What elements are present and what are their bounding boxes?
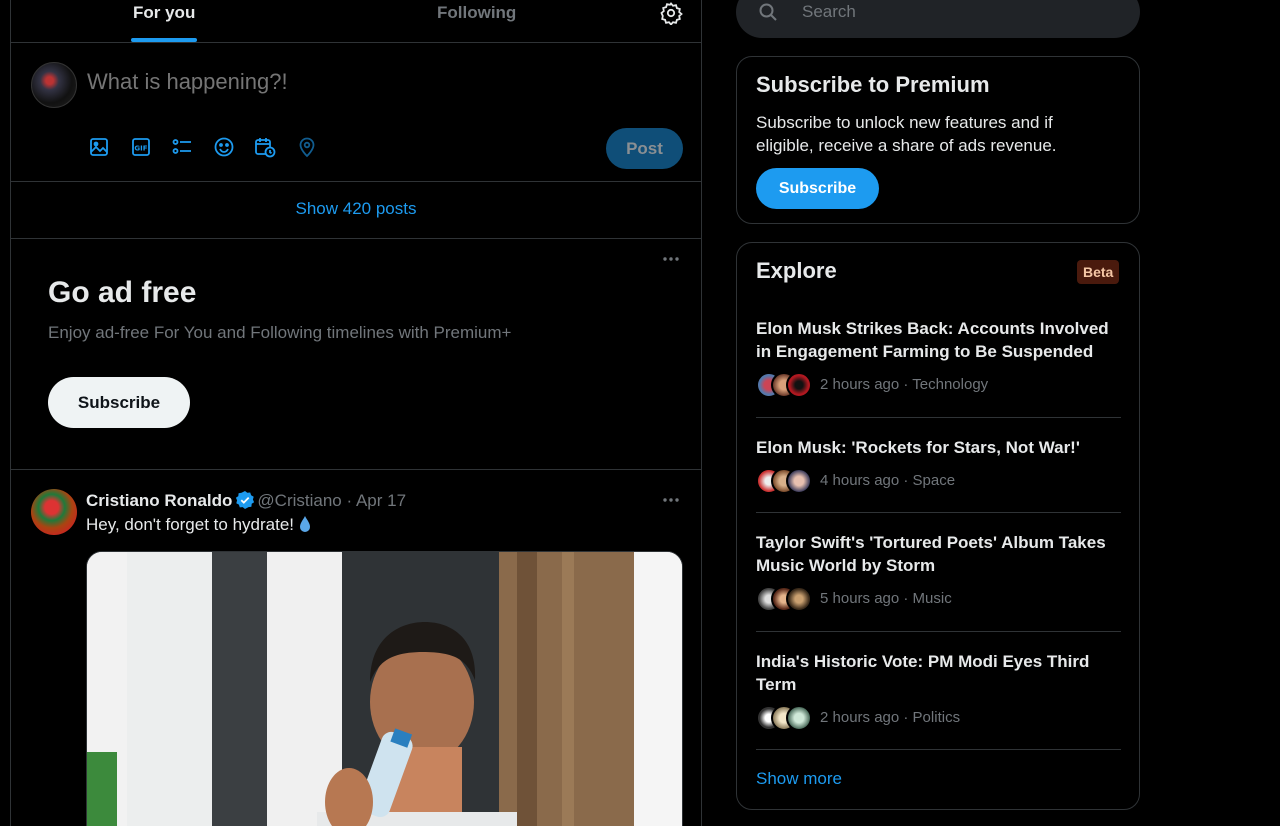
ad-free-promo: Go ad free Enjoy ad-free For You and Fol…	[11, 239, 701, 470]
timeline-tabs: For you Following	[11, 0, 701, 43]
gif-icon[interactable]: GIF	[129, 135, 153, 159]
premium-description: Subscribe to unlock new features and if …	[756, 113, 1057, 155]
search-bar[interactable]	[736, 0, 1140, 38]
news-meta: 5 hours ago · Music	[756, 586, 1121, 612]
tweet-author-name[interactable]: Cristiano Ronaldo	[86, 491, 232, 510]
news-meta-text: 5 hours ago · Music	[820, 590, 952, 607]
tab-for-you[interactable]: For you	[111, 0, 217, 43]
timeline-column: For you Following GIF	[10, 0, 702, 826]
tweet-text-content: Hey, don't forget to hydrate!	[86, 515, 294, 534]
avatar	[786, 372, 812, 398]
avatar	[786, 468, 812, 494]
news-meta-text: 2 hours ago · Politics	[820, 709, 961, 726]
news-title: Elon Musk: 'Rockets for Stars, Not War!'	[756, 438, 1080, 457]
news-avatars	[756, 372, 812, 398]
tab-following[interactable]: Following	[411, 0, 541, 43]
news-avatars	[756, 468, 812, 494]
tweet-handle[interactable]: @Cristiano	[257, 491, 341, 510]
premium-title: Subscribe to Premium	[756, 72, 990, 97]
post-button[interactable]: Post	[606, 128, 683, 169]
avatar[interactable]	[31, 62, 77, 108]
premium-card: Subscribe to Premium Subscribe to unlock…	[736, 56, 1140, 224]
divider	[756, 631, 1121, 632]
news-meta: 4 hours ago · Space	[756, 468, 1121, 494]
tab-following-label: Following	[437, 3, 517, 22]
news-title: Elon Musk Strikes Back: Accounts Involve…	[756, 319, 1109, 361]
verified-badge-icon	[236, 491, 255, 509]
premium-subscribe-button[interactable]: Subscribe	[756, 168, 879, 209]
search-icon	[759, 3, 777, 21]
explore-card: Explore Beta Elon Musk Strikes Back: Acc…	[736, 242, 1140, 810]
avatar	[786, 705, 812, 731]
poll-icon[interactable]	[170, 135, 194, 159]
image-icon[interactable]	[87, 135, 111, 159]
show-more-link[interactable]: Show more	[756, 769, 842, 789]
avatar[interactable]	[31, 489, 77, 535]
tweet-text: Hey, don't forget to hydrate!	[86, 515, 312, 535]
post-composer: GIF Post	[11, 43, 701, 182]
news-meta-text: 2 hours ago · Technology	[820, 376, 989, 393]
ad-free-title: Go ad free	[48, 276, 197, 309]
svg-text:GIF: GIF	[134, 145, 147, 153]
news-item[interactable]: Elon Musk Strikes Back: Accounts Involve…	[756, 317, 1121, 398]
compose-input[interactable]	[87, 69, 647, 95]
emoji-icon[interactable]	[212, 135, 236, 159]
divider	[756, 417, 1121, 418]
more-options-icon[interactable]	[661, 249, 681, 269]
search-input[interactable]	[802, 2, 1102, 22]
location-icon[interactable]	[295, 135, 319, 159]
explore-title: Explore	[756, 258, 837, 283]
tweet-date[interactable]: Apr 17	[356, 491, 406, 510]
tweet-image[interactable]	[86, 551, 683, 826]
tab-for-you-label: For you	[133, 3, 196, 22]
show-new-posts-link[interactable]: Show 420 posts	[11, 182, 701, 239]
avatar	[786, 586, 812, 612]
divider	[756, 512, 1121, 513]
ad-free-subscribe-button[interactable]: Subscribe	[48, 377, 190, 428]
gear-icon[interactable]	[659, 1, 683, 25]
active-tab-indicator	[131, 38, 197, 42]
news-meta: 2 hours ago · Technology	[756, 372, 1121, 398]
ad-free-subtitle: Enjoy ad-free For You and Following time…	[48, 323, 512, 342]
divider	[756, 749, 1121, 750]
news-item[interactable]: Elon Musk: 'Rockets for Stars, Not War!'…	[756, 436, 1121, 494]
water-drop-icon	[300, 516, 310, 532]
post-button-label: Post	[626, 138, 663, 158]
beta-badge: Beta	[1077, 260, 1120, 284]
more-options-icon[interactable]	[661, 490, 681, 510]
tweet-separator: ·	[346, 491, 353, 510]
news-meta: 2 hours ago · Politics	[756, 705, 1121, 731]
news-avatars	[756, 586, 812, 612]
news-item[interactable]: Taylor Swift's 'Tortured Poets' Album Ta…	[756, 531, 1121, 612]
news-item[interactable]: India's Historic Vote: PM Modi Eyes Thir…	[756, 650, 1121, 731]
news-avatars	[756, 705, 812, 731]
tweet[interactable]: Cristiano Ronaldo @Cristiano · Apr 17 He…	[11, 470, 701, 826]
schedule-icon[interactable]	[253, 135, 277, 159]
news-title: Taylor Swift's 'Tortured Poets' Album Ta…	[756, 533, 1106, 575]
tweet-header: Cristiano Ronaldo @Cristiano · Apr 17	[86, 490, 406, 512]
news-title: India's Historic Vote: PM Modi Eyes Thir…	[756, 652, 1090, 694]
news-meta-text: 4 hours ago · Space	[820, 472, 956, 489]
tweet-photo	[87, 552, 682, 826]
